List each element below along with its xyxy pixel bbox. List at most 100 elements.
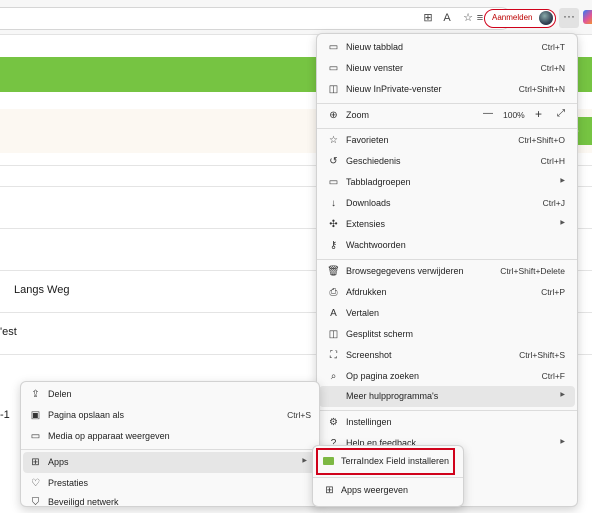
app-available-icon[interactable]: ⊞ <box>421 11 435 25</box>
menu-item-new-tab[interactable]: ▭ Nieuw tabblad Ctrl+T <box>317 37 577 58</box>
menu-item-label: Nieuw tabblad <box>346 42 404 52</box>
menu-item-shortcut: Ctrl+Shift+O <box>518 135 565 145</box>
zoom-out-button[interactable]: — <box>483 108 493 119</box>
browser-menu: ▭ Nieuw tabblad Ctrl+T ▭ Nieuw venster C… <box>316 33 578 507</box>
menu-item-extensions[interactable]: ✣ Extensies ▶ <box>317 214 577 235</box>
menu-item-apps[interactable]: ⊞ Apps ▶ <box>23 452 317 473</box>
tab-groups-icon: ▭ <box>328 177 339 188</box>
menu-item-shortcut: Ctrl+J <box>542 198 565 208</box>
find-icon: ⌕ <box>330 371 337 382</box>
menu-item-zoom: ⊕ Zoom — 100% + ⤢ <box>317 105 577 126</box>
save-page-icon: ▣ <box>30 410 41 421</box>
trash-icon: 🗑 <box>327 266 340 277</box>
menu-separator <box>317 410 577 411</box>
extensions-icon: ✣ <box>329 219 338 230</box>
menu-item-label: Nieuw venster <box>346 63 404 73</box>
menu-item-label: Nieuw InPrivate-venster <box>346 84 442 94</box>
menu-item-performance[interactable]: ♡ Prestaties <box>21 473 319 494</box>
menu-item-find[interactable]: ⌕ Op pagina zoeken Ctrl+F <box>317 366 577 387</box>
performance-icon: ♡ <box>31 478 40 489</box>
menu-item-shortcut: Ctrl+P <box>541 287 565 297</box>
new-window-icon: ▭ <box>328 63 339 74</box>
menu-item-label: Meer hulpprogramma's <box>346 391 439 401</box>
menu-item-view-apps[interactable]: ⊞ Apps weergeven <box>313 480 463 501</box>
menu-item-downloads[interactable]: ↓ Downloads Ctrl+J <box>317 193 577 214</box>
menu-item-shortcut: Ctrl+H <box>540 156 565 166</box>
menu-item-label: Screenshot <box>346 350 392 360</box>
menu-item-cast-media[interactable]: ▭ Media op apparaat weergeven <box>21 426 319 447</box>
favorites-icon: ☆ <box>329 135 338 146</box>
new-tab-icon: ▭ <box>328 42 339 53</box>
menu-item-label: Prestaties <box>48 478 89 488</box>
share-icon: ⇪ <box>31 389 40 400</box>
menu-item-label: Extensies <box>346 219 386 229</box>
copilot-icon[interactable] <box>583 10 592 24</box>
menu-item-label: Media op apparaat weergeven <box>48 431 170 441</box>
menu-item-more-tools[interactable]: Meer hulpprogramma's ▶ <box>319 386 575 407</box>
address-bar[interactable] <box>0 7 512 30</box>
menu-item-label: Apps <box>48 457 69 467</box>
menu-item-label: Beveiligd netwerk <box>48 497 119 507</box>
avatar <box>539 11 553 25</box>
apps-icon: ⊞ <box>31 457 40 468</box>
menu-separator <box>317 103 577 104</box>
menu-item-split-screen[interactable]: ◫ Gesplitst scherm <box>317 324 577 345</box>
read-aloud-icon[interactable]: A <box>440 11 454 25</box>
chevron-right-icon: ▶ <box>560 392 565 398</box>
menu-separator <box>317 128 577 129</box>
menu-item-label: Browsegegevens verwijderen <box>346 266 464 276</box>
menu-item-history[interactable]: ↺ Geschiedenis Ctrl+H <box>317 151 577 172</box>
apps-icon: ⊞ <box>325 485 334 496</box>
menu-item-favorites[interactable]: ☆ Favorieten Ctrl+Shift+O <box>317 130 577 151</box>
menu-separator <box>21 449 319 450</box>
translate-icon: A <box>330 308 337 319</box>
menu-item-label: Instellingen <box>346 417 392 427</box>
zoom-in-button[interactable]: + <box>535 107 542 121</box>
menu-item-shortcut: Ctrl+Shift+S <box>519 350 565 360</box>
highlight-box <box>316 448 455 475</box>
menu-item-label: Vertalen <box>346 308 380 318</box>
menu-item-save-page[interactable]: ▣ Pagina opslaan als Ctrl+S <box>21 405 319 426</box>
menu-item-translate[interactable]: A Vertalen <box>317 303 577 324</box>
print-icon: ⎙ <box>329 287 338 298</box>
chevron-right-icon: ▶ <box>560 439 565 445</box>
menu-item-clear-data[interactable]: 🗑 Browsegegevens verwijderen Ctrl+Shift+… <box>317 261 577 282</box>
menu-item-share[interactable]: ⇪ Delen <box>21 384 319 405</box>
menu-item-secure-network[interactable]: ⛉ Beveiligd netwerk <box>21 492 319 513</box>
more-tools-submenu: ⇪ Delen ▣ Pagina opslaan als Ctrl+S ▭ Me… <box>20 381 320 508</box>
menu-item-passwords[interactable]: ⚷ Wachtwoorden <box>317 235 577 256</box>
menu-item-label: Downloads <box>346 198 391 208</box>
menu-item-shortcut: Ctrl+Shift+N <box>518 84 565 94</box>
menu-item-label: Wachtwoorden <box>346 240 406 250</box>
more-menu-button[interactable]: ··· <box>559 8 579 28</box>
menu-item-label: Afdrukken <box>346 287 387 297</box>
table-row[interactable]: -1 <box>0 409 10 421</box>
sign-in-label: Aanmelden <box>492 13 533 22</box>
menu-item-label: Delen <box>48 389 72 399</box>
menu-item-settings[interactable]: ⚙ Instellingen <box>317 412 577 433</box>
fullscreen-icon[interactable]: ⤢ <box>557 108 565 119</box>
table-row[interactable]: Langs Weg <box>14 284 69 296</box>
menu-item-screenshot[interactable]: ⛶ Screenshot Ctrl+Shift+S <box>317 345 577 366</box>
table-row[interactable]: 'est <box>0 326 17 338</box>
menu-item-label: Apps weergeven <box>341 485 409 495</box>
chevron-right-icon: ▶ <box>560 220 565 226</box>
menu-item-shortcut: Ctrl+N <box>540 63 565 73</box>
gear-icon: ⚙ <box>329 417 338 428</box>
menu-item-inprivate[interactable]: ◫ Nieuw InPrivate-venster Ctrl+Shift+N <box>317 79 577 100</box>
menu-item-new-window[interactable]: ▭ Nieuw venster Ctrl+N <box>317 58 577 79</box>
menu-item-label: Tabbladgroepen <box>346 177 411 187</box>
inprivate-icon: ◫ <box>328 84 339 95</box>
zoom-icon: ⊕ <box>329 110 338 121</box>
screenshot-icon: ⛶ <box>330 350 337 361</box>
menu-item-shortcut: Ctrl+Shift+Delete <box>500 266 565 276</box>
menu-item-tab-groups[interactable]: ▭ Tabbladgroepen ▶ <box>317 172 577 193</box>
chevron-right-icon: ▶ <box>560 178 565 184</box>
menu-separator <box>317 259 577 260</box>
shield-icon: ⛉ <box>31 497 40 508</box>
history-icon: ↺ <box>329 156 338 167</box>
chevron-right-icon: ▶ <box>302 458 307 464</box>
browser-toolbar: ⊞ A ☆ ≡ Aanmelden ··· <box>0 0 592 35</box>
menu-item-print[interactable]: ⎙ Afdrukken Ctrl+P <box>317 282 577 303</box>
sign-in-button[interactable]: Aanmelden <box>484 9 556 28</box>
